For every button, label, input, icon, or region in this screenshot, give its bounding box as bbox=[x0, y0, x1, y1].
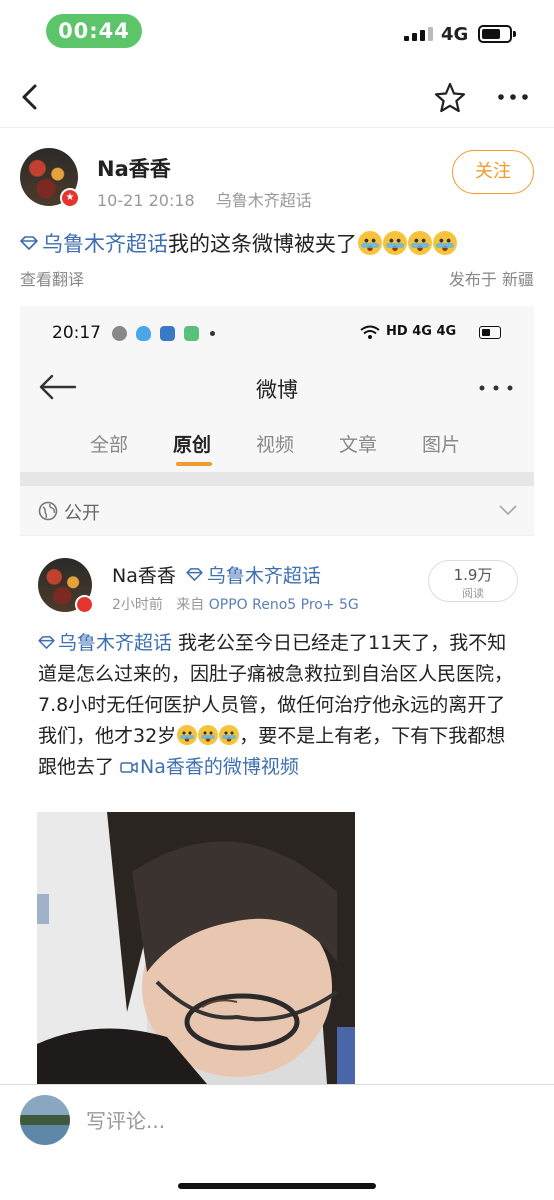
tab-article: 文章 bbox=[339, 434, 378, 456]
network-label: 4G bbox=[441, 24, 469, 45]
topic-label: 乌鲁木齐超话 bbox=[58, 632, 173, 654]
battery-icon bbox=[478, 25, 516, 43]
back-arrow-icon[interactable] bbox=[14, 80, 48, 114]
home-indicator bbox=[178, 1183, 376, 1189]
post-source[interactable]: 乌鲁木齐超话 bbox=[216, 191, 312, 210]
status-bar: 00:44 4G bbox=[0, 0, 554, 62]
tab-pictures: 图片 bbox=[422, 434, 461, 456]
screenshot-network: HD 4G 4G bbox=[386, 324, 457, 339]
dot-icon bbox=[210, 331, 215, 336]
active-tab-indicator bbox=[176, 462, 212, 466]
read-count-badge: 1.9万 阅读 bbox=[428, 560, 518, 602]
translate-link[interactable]: 查看翻译 bbox=[20, 266, 84, 290]
crying-emoji-icon bbox=[219, 725, 240, 745]
app-icon bbox=[160, 326, 175, 341]
photo-image bbox=[37, 812, 355, 1084]
topic-link[interactable]: 乌鲁木齐超话 bbox=[20, 228, 168, 258]
comment-bar: 写评论... bbox=[0, 1084, 554, 1200]
crying-emoji-icon bbox=[433, 231, 457, 255]
screenshot-battery-icon bbox=[479, 326, 501, 339]
crying-emoji-icon bbox=[408, 231, 432, 255]
top-nav bbox=[0, 66, 554, 128]
section-divider bbox=[20, 472, 534, 486]
comment-input[interactable]: 写评论... bbox=[86, 1105, 165, 1134]
post-text: 乌鲁木齐超话 我的这条微博被夹了 bbox=[20, 228, 457, 258]
status-time: 00:44 bbox=[46, 14, 142, 48]
video-icon bbox=[120, 762, 138, 773]
wifi-icon bbox=[360, 325, 380, 339]
post-meta: 10-21 20:18 乌鲁木齐超话 bbox=[97, 187, 328, 211]
wechat-icon bbox=[112, 326, 127, 341]
tab-video: 视频 bbox=[256, 434, 295, 456]
super-topic-icon bbox=[20, 236, 38, 250]
source-device: OPPO Reno5 Pro+ 5G bbox=[208, 597, 359, 613]
app-icon bbox=[184, 326, 199, 341]
crying-emoji-icon bbox=[177, 725, 198, 745]
post-date: 10-21 20:18 bbox=[97, 191, 195, 210]
author-name[interactable]: Na香香 bbox=[97, 153, 171, 183]
source-prefix: 来自 bbox=[176, 597, 205, 613]
verified-badge-icon bbox=[75, 595, 94, 614]
screenshot-post-body: 乌鲁木齐超话 我老公至今日已经走了11天了，我不知道是怎么过来的，因肚子痛被急救… bbox=[38, 628, 518, 783]
topic-label: 乌鲁木齐超话 bbox=[206, 565, 321, 587]
read-count: 1.9万 bbox=[453, 566, 493, 584]
globe-icon bbox=[38, 501, 58, 521]
signal-icon bbox=[404, 27, 433, 41]
more-options-icon[interactable] bbox=[496, 84, 530, 110]
post-body: 我的这条微博被夹了 bbox=[168, 232, 357, 256]
screenshot-tabs: 全部 原创 视频 文章 图片 bbox=[20, 418, 534, 472]
topic-link: 乌鲁木齐超话 bbox=[38, 632, 172, 654]
follow-button[interactable]: 关注 bbox=[452, 150, 534, 194]
qq-icon bbox=[136, 326, 151, 341]
verified-badge-icon: ★ bbox=[60, 188, 80, 208]
chevron-down-icon bbox=[499, 505, 517, 516]
topic-link: 乌鲁木齐超话 bbox=[186, 561, 321, 588]
screenshot-author-name: Na香香 bbox=[112, 565, 176, 587]
screenshot-nav: 微博 bbox=[20, 358, 534, 418]
screenshot-time: 20:17 bbox=[52, 323, 101, 343]
author-avatar[interactable]: ★ bbox=[20, 148, 80, 208]
video-link-label: Na香香的微博视频 bbox=[140, 756, 299, 778]
video-link: Na香香的微博视频 bbox=[120, 756, 299, 778]
screenshot-author-avatar bbox=[38, 558, 94, 614]
more-options-icon bbox=[479, 385, 513, 391]
super-topic-icon bbox=[38, 636, 55, 649]
visibility-row: 公开 bbox=[20, 486, 534, 536]
screenshot-post-meta: 2小时前 来自 OPPO Reno5 Pro+ 5G bbox=[112, 594, 359, 614]
crying-emoji-icon bbox=[383, 231, 407, 255]
topic-label: 乌鲁木齐超话 bbox=[42, 232, 168, 256]
tab-all: 全部 bbox=[90, 434, 129, 456]
screenshot-title: 微博 bbox=[256, 378, 298, 402]
crying-emoji-icon bbox=[198, 725, 219, 745]
read-label: 阅读 bbox=[462, 587, 484, 600]
screenshot-author-line: Na香香 乌鲁木齐超话 bbox=[112, 561, 321, 588]
super-topic-icon bbox=[186, 568, 203, 581]
screenshot-post-time: 2小时前 bbox=[112, 597, 163, 613]
attached-screenshot[interactable]: 20:17 HD 4G 4G 微博 全部 原创 视频 文章 图片 公开 Na香香 bbox=[20, 306, 534, 1084]
my-avatar[interactable] bbox=[20, 1095, 70, 1145]
tab-original: 原创 bbox=[173, 434, 212, 456]
crying-emoji-icon bbox=[358, 231, 382, 255]
post-photo bbox=[37, 812, 355, 1084]
post-location: 发布于 新疆 bbox=[448, 270, 534, 289]
screenshot-status-bar: 20:17 HD 4G 4G bbox=[20, 306, 534, 358]
visibility-label: 公开 bbox=[64, 503, 100, 524]
favorite-star-icon[interactable] bbox=[432, 80, 468, 116]
